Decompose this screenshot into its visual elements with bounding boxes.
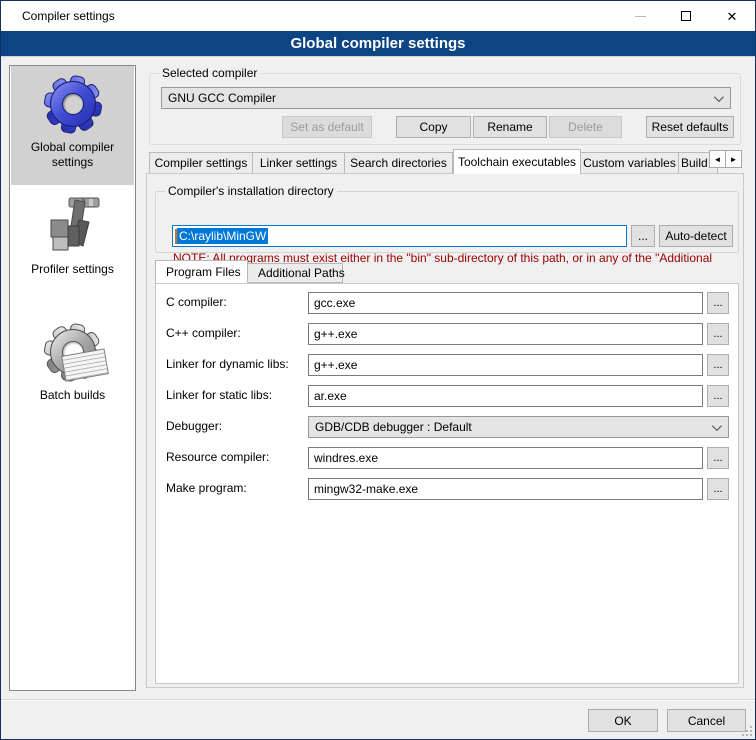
compiler-select[interactable]: GNU GCC Compiler (161, 87, 731, 109)
chevron-down-icon (712, 421, 722, 431)
sidebar-item-label: Batch builds (11, 388, 134, 403)
field-row-resource-compiler: Resource compiler: ... (156, 447, 738, 469)
copy-button[interactable]: Copy (396, 116, 471, 138)
chevron-down-icon (714, 92, 724, 102)
compiler-select-value: GNU GCC Compiler (168, 91, 276, 105)
selected-path-text: C:\raylib\MinGW (177, 228, 268, 244)
browse-resource-compiler-button[interactable]: ... (707, 447, 729, 469)
browse-make-program-button[interactable]: ... (707, 478, 729, 500)
tab-scroll-right-button[interactable]: ► (725, 150, 742, 168)
tab-toolchain-executables[interactable]: Toolchain executables (453, 149, 581, 174)
resource-compiler-input[interactable] (308, 447, 703, 469)
tab-scroll-arrows: ◄ ► (710, 150, 742, 168)
sidebar-item-global-compiler-settings[interactable]: Global compiler settings (11, 66, 134, 185)
browse-dynamic-linker-button[interactable]: ... (707, 354, 729, 376)
arrow-right-icon: ► (730, 155, 738, 164)
delete-button[interactable]: Delete (549, 116, 622, 138)
gray-gear-stack-icon (41, 320, 105, 384)
footer-divider (1, 699, 755, 701)
tab-additional-paths[interactable]: Additional Paths (248, 263, 343, 283)
sidebar-item-label: Global compiler settings (11, 140, 134, 170)
field-row-static-linker: Linker for static libs: ... (156, 385, 738, 407)
window-title: Compiler settings (22, 1, 115, 31)
cancel-button[interactable]: Cancel (667, 709, 746, 732)
minimize-icon (635, 16, 646, 17)
sidebar-item-profiler-settings[interactable]: Profiler settings (11, 188, 134, 296)
page-header: Global compiler settings (1, 31, 755, 57)
auto-detect-button[interactable]: Auto-detect (659, 225, 733, 247)
sidebar-item-label: Profiler settings (11, 262, 134, 277)
minimize-button[interactable] (617, 1, 663, 31)
program-files-tabstrip: Program Files Additional Paths (155, 260, 343, 283)
cpp-compiler-input[interactable] (308, 323, 703, 345)
main-tabstrip: Compiler settings Linker settings Search… (149, 150, 718, 174)
dynamic-linker-input[interactable] (308, 354, 703, 376)
field-row-c-compiler: C compiler: ... (156, 292, 738, 314)
caliper-icon (41, 194, 105, 258)
tab-scroll-left-button[interactable]: ◄ (709, 150, 726, 168)
maximize-icon (681, 11, 691, 21)
field-label: C compiler: (166, 295, 227, 309)
field-label: Debugger: (166, 419, 222, 433)
field-label: Make program: (166, 481, 247, 495)
reset-defaults-button[interactable]: Reset defaults (646, 116, 734, 138)
field-label: Linker for static libs: (166, 388, 272, 402)
browse-cpp-compiler-button[interactable]: ... (707, 323, 729, 345)
tab-search-directories[interactable]: Search directories (345, 152, 453, 174)
browse-c-compiler-button[interactable]: ... (707, 292, 729, 314)
page-title: Global compiler settings (290, 35, 465, 52)
tab-compiler-settings[interactable]: Compiler settings (149, 152, 253, 174)
ok-button[interactable]: OK (588, 709, 658, 732)
toolchain-executables-page: Compiler's installation directory C:\ray… (146, 173, 744, 688)
resize-grip[interactable] (742, 726, 752, 736)
group-label: Compiler's installation directory (165, 184, 337, 198)
debugger-select-value: GDB/CDB debugger : Default (315, 420, 472, 434)
settings-category-list: Global compiler settings Profiler settin… (9, 65, 136, 691)
tab-program-files[interactable]: Program Files (155, 260, 248, 283)
close-button[interactable]: ✕ (709, 1, 755, 31)
installation-directory-input[interactable]: C:\raylib\MinGW (172, 225, 627, 247)
rename-button[interactable]: Rename (473, 116, 547, 138)
c-compiler-input[interactable] (308, 292, 703, 314)
browse-static-linker-button[interactable]: ... (707, 385, 729, 407)
maximize-button[interactable] (663, 1, 709, 31)
blue-gear-icon (41, 72, 105, 136)
static-linker-input[interactable] (308, 385, 703, 407)
field-label: C++ compiler: (166, 326, 241, 340)
field-label: Resource compiler: (166, 450, 269, 464)
arrow-left-icon: ◄ (714, 155, 722, 164)
group-label: Selected compiler (159, 66, 260, 80)
field-row-cpp-compiler: C++ compiler: ... (156, 323, 738, 345)
set-as-default-button[interactable]: Set as default (282, 116, 372, 138)
tab-linker-settings[interactable]: Linker settings (253, 152, 345, 174)
browse-directory-button[interactable]: ... (631, 225, 655, 247)
installation-directory-group: Compiler's installation directory C:\ray… (155, 191, 739, 253)
debugger-select[interactable]: GDB/CDB debugger : Default (308, 416, 729, 438)
make-program-input[interactable] (308, 478, 703, 500)
compiler-settings-dialog: Compiler settings ✕ Global compiler sett… (0, 0, 756, 740)
field-row-make-program: Make program: ... (156, 478, 738, 500)
tab-custom-variables[interactable]: Custom variables (581, 152, 679, 174)
close-icon: ✕ (727, 10, 738, 23)
sidebar-item-batch-builds[interactable]: Batch builds (11, 314, 134, 422)
field-row-dynamic-linker: Linker for dynamic libs: ... (156, 354, 738, 376)
field-row-debugger: Debugger: GDB/CDB debugger : Default (156, 416, 738, 438)
field-label: Linker for dynamic libs: (166, 357, 289, 371)
program-files-page: C compiler: ... C++ compiler: ... Linker… (155, 283, 739, 684)
